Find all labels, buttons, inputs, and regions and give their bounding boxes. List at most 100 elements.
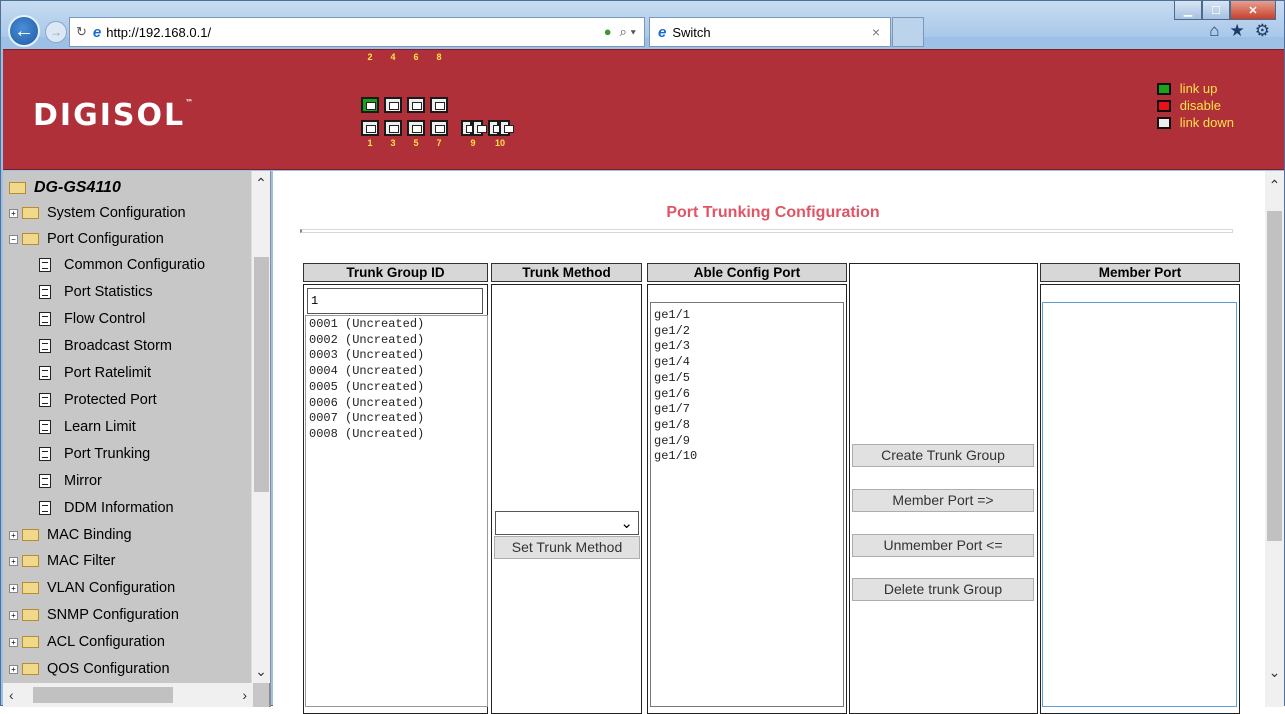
port-4-icon[interactable] bbox=[384, 97, 402, 113]
scrollbar-thumb[interactable] bbox=[1267, 211, 1282, 541]
sidebar-item-mirror[interactable]: Mirror bbox=[39, 470, 102, 492]
create-trunk-group-button[interactable]: Create Trunk Group bbox=[852, 444, 1034, 467]
maximize-button[interactable]: ☐ bbox=[1202, 1, 1230, 20]
list-item[interactable]: 0003 (Uncreated) bbox=[309, 348, 484, 364]
expand-icon[interactable]: + bbox=[9, 637, 18, 647]
sidebar-item-common-configuration[interactable]: Common Configuratio bbox=[39, 254, 205, 276]
compat-view-icon[interactable]: ● bbox=[604, 24, 612, 40]
new-tab-button[interactable] bbox=[892, 17, 924, 47]
list-item[interactable]: 0005 (Uncreated) bbox=[309, 380, 484, 396]
trunk-group-list[interactable]: 0001 (Uncreated) 0002 (Uncreated) 0003 (… bbox=[305, 315, 488, 707]
port-10a-icon[interactable] bbox=[488, 120, 503, 136]
legend-label: disable bbox=[1179, 98, 1221, 113]
sidebar-horizontal-scrollbar[interactable]: ‹ › bbox=[3, 683, 253, 707]
list-item[interactable]: 0002 (Uncreated) bbox=[309, 333, 484, 349]
home-icon[interactable]: ⌂ bbox=[1209, 21, 1219, 41]
able-config-port-list[interactable]: ge1/1 ge1/2 ge1/3 ge1/4 ge1/5 ge1/6 ge1/… bbox=[650, 302, 844, 707]
list-item[interactable]: ge1/10 bbox=[654, 449, 840, 465]
sidebar-vertical-scrollbar[interactable]: ⌃ ⌄ bbox=[251, 171, 270, 683]
list-item[interactable]: 0008 (Uncreated) bbox=[309, 427, 484, 443]
sidebar-item-port-ratelimit[interactable]: Port Ratelimit bbox=[39, 362, 151, 384]
unmember-port-button[interactable]: Unmember Port <= bbox=[852, 534, 1034, 557]
member-port-list[interactable] bbox=[1042, 302, 1237, 707]
expand-icon[interactable]: + bbox=[9, 530, 18, 540]
delete-trunk-group-button[interactable]: Delete trunk Group bbox=[852, 578, 1034, 601]
trunk-method-select[interactable]: ⌄ bbox=[495, 511, 639, 535]
port-7-icon[interactable] bbox=[430, 120, 448, 136]
list-item[interactable]: ge1/7 bbox=[654, 402, 840, 418]
refresh-icon[interactable]: ↻ bbox=[76, 24, 87, 40]
sidebar-item-snmp-configuration[interactable]: + SNMP Configuration bbox=[9, 604, 179, 626]
list-item[interactable]: ge1/3 bbox=[654, 339, 840, 355]
trunk-group-id-input[interactable]: 1 bbox=[307, 288, 483, 314]
list-item[interactable]: ge1/9 bbox=[654, 434, 840, 450]
link-up-swatch-icon bbox=[1156, 82, 1171, 95]
scroll-left-icon[interactable]: ‹ bbox=[9, 687, 14, 703]
tab-switch[interactable]: e Switch × bbox=[649, 17, 891, 47]
scroll-up-icon[interactable]: ⌃ bbox=[1265, 177, 1284, 194]
expand-icon[interactable]: + bbox=[9, 610, 18, 620]
address-bar[interactable]: ↻ e http://192.168.0.1/ ● ⌕ ▾ bbox=[69, 17, 645, 47]
tree-root[interactable]: DG-GS4110 bbox=[9, 177, 121, 199]
scrollbar-thumb[interactable] bbox=[254, 257, 269, 492]
settings-gear-icon[interactable]: ⚙ bbox=[1255, 21, 1270, 41]
list-item[interactable]: ge1/8 bbox=[654, 418, 840, 434]
sidebar-item-qos-configuration[interactable]: + QOS Configuration bbox=[9, 658, 170, 680]
scroll-down-icon[interactable]: ⌄ bbox=[252, 659, 270, 683]
minimize-button[interactable]: ▁ bbox=[1174, 1, 1202, 20]
trunk-method-panel bbox=[491, 284, 642, 714]
scrollbar-thumb[interactable] bbox=[33, 687, 173, 703]
member-port-add-button[interactable]: Member Port => bbox=[852, 489, 1034, 512]
port-6-icon[interactable] bbox=[407, 97, 425, 113]
port-2-icon[interactable] bbox=[361, 97, 379, 113]
sidebar-item-vlan-configuration[interactable]: + VLAN Configuration bbox=[9, 577, 175, 599]
expand-icon[interactable]: + bbox=[9, 583, 18, 593]
expand-icon[interactable]: + bbox=[9, 664, 18, 674]
main-vertical-scrollbar[interactable]: ⌃ ⌄ bbox=[1265, 171, 1284, 707]
sidebar-item-port-trunking[interactable]: Port Trunking bbox=[39, 443, 150, 465]
list-item[interactable]: 0001 (Uncreated) bbox=[309, 317, 484, 333]
scroll-up-icon[interactable]: ⌃ bbox=[252, 171, 270, 195]
back-button[interactable]: ← bbox=[8, 15, 40, 47]
set-trunk-method-button[interactable]: Set Trunk Method bbox=[494, 536, 640, 559]
forward-button[interactable]: → bbox=[45, 21, 67, 43]
list-item[interactable]: ge1/4 bbox=[654, 355, 840, 371]
port-8-icon[interactable] bbox=[430, 97, 448, 113]
scroll-down-icon[interactable]: ⌄ bbox=[1265, 664, 1284, 681]
sidebar-item-protected-port[interactable]: Protected Port bbox=[39, 389, 157, 411]
page-icon bbox=[39, 312, 51, 326]
port-5-icon[interactable] bbox=[407, 120, 425, 136]
sidebar-item-mac-filter[interactable]: + MAC Filter bbox=[9, 550, 115, 572]
sidebar-item-broadcast-storm[interactable]: Broadcast Storm bbox=[39, 335, 172, 357]
sidebar-item-ddm-information[interactable]: DDM Information bbox=[39, 497, 174, 519]
sidebar-item-learn-limit[interactable]: Learn Limit bbox=[39, 416, 136, 438]
port-status-legend: link up disable link down bbox=[1156, 80, 1234, 131]
close-window-button[interactable]: ✕ bbox=[1230, 1, 1276, 20]
collapse-icon[interactable]: − bbox=[9, 234, 18, 244]
scroll-right-icon[interactable]: › bbox=[242, 687, 247, 703]
sidebar-item-port-statistics[interactable]: Port Statistics bbox=[39, 281, 153, 303]
port-10b-icon[interactable] bbox=[499, 120, 514, 136]
list-item[interactable]: 0007 (Uncreated) bbox=[309, 411, 484, 427]
sidebar-item-mac-binding[interactable]: + MAC Binding bbox=[9, 524, 132, 546]
list-item[interactable]: ge1/2 bbox=[654, 324, 840, 340]
sidebar-item-system-configuration[interactable]: + System Configuration bbox=[9, 202, 186, 224]
port-1-icon[interactable] bbox=[361, 120, 379, 136]
list-item[interactable]: 0006 (Uncreated) bbox=[309, 396, 484, 412]
list-item[interactable]: ge1/5 bbox=[654, 371, 840, 387]
favorites-star-icon[interactable]: ★ bbox=[1230, 21, 1245, 41]
list-item[interactable]: ge1/6 bbox=[654, 387, 840, 403]
search-icon[interactable]: ⌕ ▾ bbox=[620, 24, 636, 40]
expand-icon[interactable]: + bbox=[9, 556, 18, 566]
port-3-icon[interactable] bbox=[384, 120, 402, 136]
sidebar-item-flow-control[interactable]: Flow Control bbox=[39, 308, 145, 330]
sidebar-item-acl-configuration[interactable]: + ACL Configuration bbox=[9, 631, 165, 653]
list-item[interactable]: ge1/1 bbox=[654, 308, 840, 324]
sidebar-item-port-configuration[interactable]: − Port Configuration bbox=[9, 228, 164, 250]
port-9a-icon[interactable] bbox=[461, 120, 476, 136]
port-label: 8 bbox=[436, 52, 442, 62]
expand-icon[interactable]: + bbox=[9, 208, 18, 218]
list-item[interactable]: 0004 (Uncreated) bbox=[309, 364, 484, 380]
close-tab-icon[interactable]: × bbox=[872, 24, 880, 40]
port-9b-icon[interactable] bbox=[472, 120, 487, 136]
